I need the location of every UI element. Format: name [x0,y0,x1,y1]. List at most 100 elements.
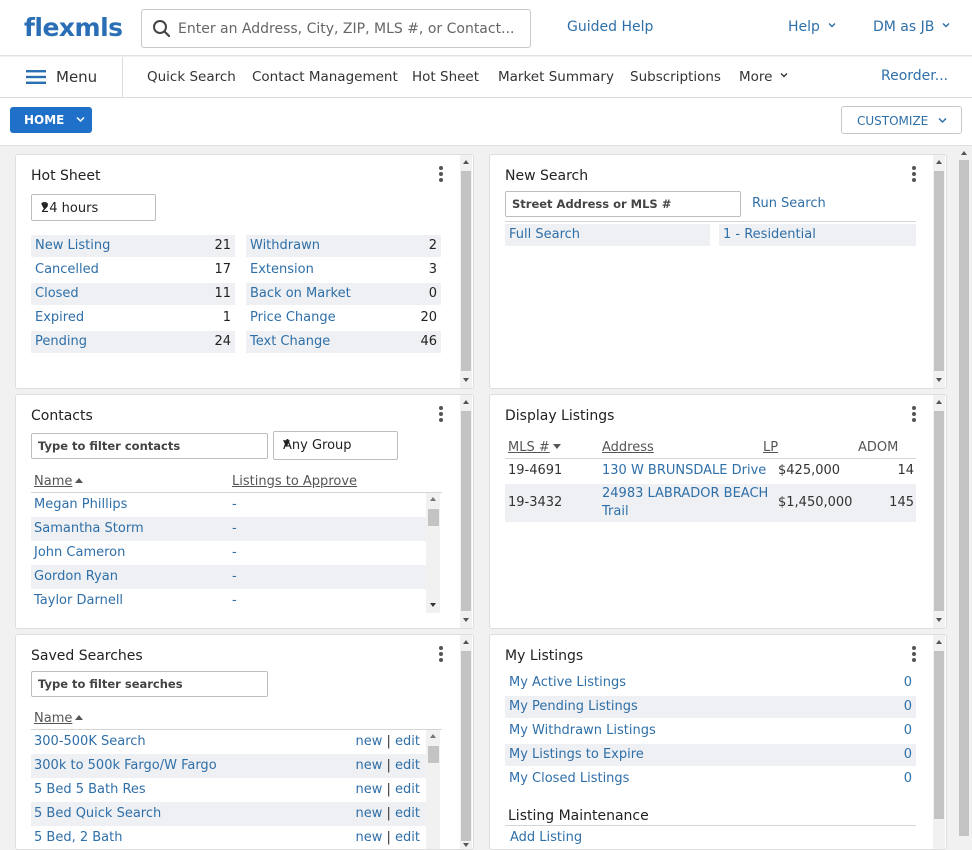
contact-listings-value[interactable]: - [232,521,237,536]
nav-market-summary[interactable]: Market Summary [498,69,614,85]
contact-row[interactable]: Taylor Darnell - [31,589,426,613]
kebab-icon[interactable] [912,406,916,422]
run-search-link[interactable]: Run Search [752,196,826,211]
hot-sheet-label[interactable]: Expired [35,310,84,325]
saved-searches-scroll-thumb[interactable] [428,746,439,763]
contacts-listings-header[interactable]: Listings to Approve [232,474,357,489]
kebab-icon[interactable] [439,646,443,662]
listing-address-link-line2[interactable]: Trail [602,504,629,519]
listing-address-link[interactable]: 24983 LABRADOR BEACH [602,486,768,501]
widget-scroll-thumb[interactable] [934,651,944,819]
scroll-up-icon[interactable] [460,157,472,167]
widget-scrollbar[interactable] [460,395,472,628]
saved-search-row[interactable]: 5 Bed Quick Search new | edit [31,802,426,826]
nav-quick-search[interactable]: Quick Search [147,69,236,85]
hot-sheet-label[interactable]: Text Change [250,334,330,349]
scroll-down-icon[interactable] [428,601,438,609]
scroll-down-icon[interactable] [933,375,945,385]
saved-search-name[interactable]: 5 Bed 5 Bath Res [34,782,146,797]
guided-help-link[interactable]: Guided Help [567,19,653,35]
contact-listings-value[interactable]: - [232,569,237,584]
my-listings-row[interactable]: My Listings to Expire 0 [505,744,916,766]
saved-search-row[interactable]: 5 Bed, 2 Bath new | edit [31,826,426,849]
widget-scrollbar[interactable] [933,155,945,388]
saved-searches-filter-input[interactable] [31,671,268,697]
saved-search-edit-link[interactable]: edit [395,782,420,797]
contacts-list-scrollbar[interactable] [426,493,440,613]
residential-row[interactable]: 1 - Residential [719,224,916,246]
my-listings-link[interactable]: My Active Listings [509,675,626,690]
hot-sheet-row[interactable]: Text Change 46 [246,331,441,353]
scroll-up-icon[interactable] [428,732,438,740]
mls-column-header[interactable]: MLS # [508,440,561,455]
saved-search-name[interactable]: 5 Bed Quick Search [34,806,161,821]
contacts-group-select[interactable]: Any Group ▼ [273,431,398,460]
hot-sheet-row[interactable]: Expired 1 [31,307,235,329]
hot-sheet-row[interactable]: Pending 24 [31,331,235,353]
nav-more[interactable]: More [739,69,788,85]
scroll-down-icon[interactable] [460,840,472,850]
listing-row[interactable]: 19-3432 24983 LABRADOR BEACH Trail $1,45… [505,484,916,522]
full-search-link[interactable]: Full Search [509,227,580,242]
my-listings-link[interactable]: My Listings to Expire [509,747,644,762]
my-listings-count[interactable]: 0 [904,675,912,690]
widget-scroll-thumb[interactable] [934,411,944,611]
my-listings-count[interactable]: 0 [904,723,912,738]
saved-search-row[interactable]: 300k to 500k Fargo/W Fargo new | edit [31,754,426,778]
user-menu[interactable]: DM as JB [873,19,950,35]
my-listings-link[interactable]: My Closed Listings [509,771,629,786]
hot-sheet-row[interactable]: New Listing 21 [31,235,235,257]
hot-sheet-row[interactable]: Extension 3 [246,259,441,281]
contact-name[interactable]: John Cameron [34,545,125,560]
contact-listings-value[interactable]: - [232,497,237,512]
my-listings-row[interactable]: My Active Listings 0 [505,672,916,694]
saved-search-name[interactable]: 300k to 500k Fargo/W Fargo [34,758,217,773]
scroll-up-icon[interactable] [933,397,945,407]
kebab-icon[interactable] [912,646,916,662]
hot-sheet-row[interactable]: Back on Market 0 [246,283,441,305]
nav-hot-sheet[interactable]: Hot Sheet [412,69,479,85]
saved-search-new-link[interactable]: new [355,734,382,749]
contact-row[interactable]: Megan Phillips - [31,493,426,517]
widget-scrollbar[interactable] [460,155,472,388]
scroll-down-icon[interactable] [933,615,945,625]
saved-search-new-link[interactable]: new [355,830,382,845]
widget-scrollbar[interactable] [933,635,945,849]
my-listings-row[interactable]: My Withdrawn Listings 0 [505,720,916,742]
hot-sheet-row[interactable]: Withdrawn 2 [246,235,441,257]
nav-subscriptions[interactable]: Subscriptions [630,69,721,85]
kebab-icon[interactable] [439,406,443,422]
widget-scrollbar[interactable] [933,395,945,628]
kebab-icon[interactable] [912,166,916,182]
hot-sheet-row[interactable]: Price Change 20 [246,307,441,329]
widget-scroll-thumb[interactable] [934,171,944,371]
saved-search-new-link[interactable]: new [355,782,382,797]
contact-name[interactable]: Samantha Storm [34,521,144,536]
my-listings-link[interactable]: My Withdrawn Listings [509,723,656,738]
saved-search-edit-link[interactable]: edit [395,830,420,845]
my-listings-count[interactable]: 0 [904,747,912,762]
hot-sheet-label[interactable]: Pending [35,334,87,349]
global-search-input[interactable] [178,10,523,47]
my-listings-link[interactable]: My Pending Listings [509,699,638,714]
hot-sheet-label[interactable]: Back on Market [250,286,351,301]
full-search-row[interactable]: Full Search [505,224,710,246]
saved-search-row[interactable]: 5 Bed 5 Bath Res new | edit [31,778,426,802]
contact-listings-value[interactable]: - [232,545,237,560]
flexmls-logo[interactable]: flexmls [24,13,123,42]
add-listing-link[interactable]: Add Listing [510,830,582,845]
global-search[interactable] [141,9,531,48]
contacts-filter-input[interactable] [31,433,268,459]
scroll-up-icon[interactable] [958,148,970,158]
kebab-icon[interactable] [439,166,443,182]
contacts-name-header[interactable]: Name [34,474,84,489]
saved-searches-name-header[interactable]: Name [34,711,84,726]
scroll-up-icon[interactable] [460,637,472,647]
saved-search-new-link[interactable]: new [355,806,382,821]
contacts-scroll-thumb[interactable] [428,509,439,526]
page-scrollbar[interactable] [958,146,970,850]
scroll-up-icon[interactable] [428,495,438,503]
saved-search-edit-link[interactable]: edit [395,806,420,821]
my-listings-row[interactable]: My Pending Listings 0 [505,696,916,718]
lp-column-header[interactable]: LP [763,440,778,455]
